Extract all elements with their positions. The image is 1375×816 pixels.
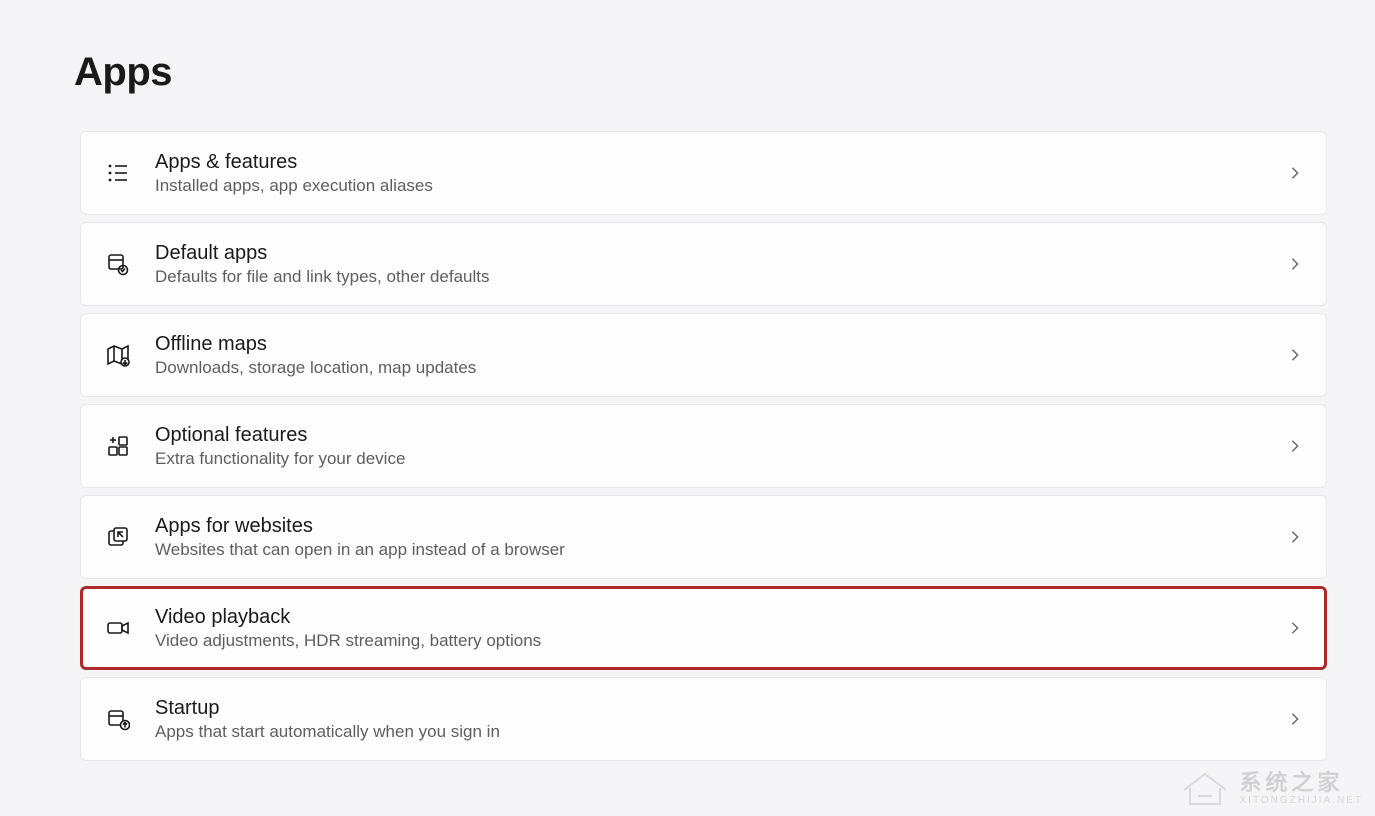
- setting-content: Startup Apps that start automatically wh…: [155, 697, 1288, 742]
- setting-offline-maps[interactable]: Offline maps Downloads, storage location…: [80, 313, 1327, 397]
- setting-content: Apps for websites Websites that can open…: [155, 515, 1288, 560]
- chevron-right-icon: [1288, 347, 1304, 363]
- watermark-text-main: 系统之家: [1240, 772, 1364, 794]
- video-icon: [105, 615, 131, 641]
- setting-apps-for-websites[interactable]: Apps for websites Websites that can open…: [80, 495, 1327, 579]
- setting-startup[interactable]: Startup Apps that start automatically wh…: [80, 677, 1327, 761]
- startup-icon: [105, 706, 131, 732]
- setting-title: Optional features: [155, 424, 1288, 447]
- setting-title: Apps for websites: [155, 515, 1288, 538]
- setting-title: Video playback: [155, 606, 1288, 629]
- chevron-right-icon: [1288, 711, 1304, 727]
- setting-subtitle: Defaults for file and link types, other …: [155, 267, 1288, 287]
- setting-title: Startup: [155, 697, 1288, 720]
- watermark-house-icon: [1180, 770, 1230, 808]
- chevron-right-icon: [1288, 256, 1304, 272]
- setting-subtitle: Downloads, storage location, map updates: [155, 358, 1288, 378]
- default-apps-icon: [105, 251, 131, 277]
- setting-content: Default apps Defaults for file and link …: [155, 242, 1288, 287]
- setting-apps-features[interactable]: Apps & features Installed apps, app exec…: [80, 131, 1327, 215]
- setting-title: Offline maps: [155, 333, 1288, 356]
- setting-subtitle: Extra functionality for your device: [155, 449, 1288, 469]
- watermark: 系统之家 XITONGZHIJIA.NET: [1180, 770, 1364, 808]
- page-title: Apps: [74, 50, 1327, 95]
- setting-subtitle: Apps that start automatically when you s…: [155, 722, 1288, 742]
- setting-video-playback[interactable]: Video playback Video adjustments, HDR st…: [80, 586, 1327, 670]
- settings-list: Apps & features Installed apps, app exec…: [74, 131, 1327, 761]
- setting-content: Offline maps Downloads, storage location…: [155, 333, 1288, 378]
- setting-optional-features[interactable]: Optional features Extra functionality fo…: [80, 404, 1327, 488]
- setting-subtitle: Installed apps, app execution aliases: [155, 176, 1288, 196]
- chevron-right-icon: [1288, 165, 1304, 181]
- map-icon: [105, 342, 131, 368]
- setting-subtitle: Websites that can open in an app instead…: [155, 540, 1288, 560]
- setting-default-apps[interactable]: Default apps Defaults for file and link …: [80, 222, 1327, 306]
- setting-content: Video playback Video adjustments, HDR st…: [155, 606, 1288, 651]
- apps-websites-icon: [105, 524, 131, 550]
- setting-content: Optional features Extra functionality fo…: [155, 424, 1288, 469]
- setting-title: Default apps: [155, 242, 1288, 265]
- optional-features-icon: [105, 433, 131, 459]
- list-icon: [105, 160, 131, 186]
- setting-content: Apps & features Installed apps, app exec…: [155, 151, 1288, 196]
- chevron-right-icon: [1288, 438, 1304, 454]
- watermark-text-sub: XITONGZHIJIA.NET: [1240, 796, 1364, 806]
- chevron-right-icon: [1288, 529, 1304, 545]
- setting-subtitle: Video adjustments, HDR streaming, batter…: [155, 631, 1288, 651]
- chevron-right-icon: [1288, 620, 1304, 636]
- setting-title: Apps & features: [155, 151, 1288, 174]
